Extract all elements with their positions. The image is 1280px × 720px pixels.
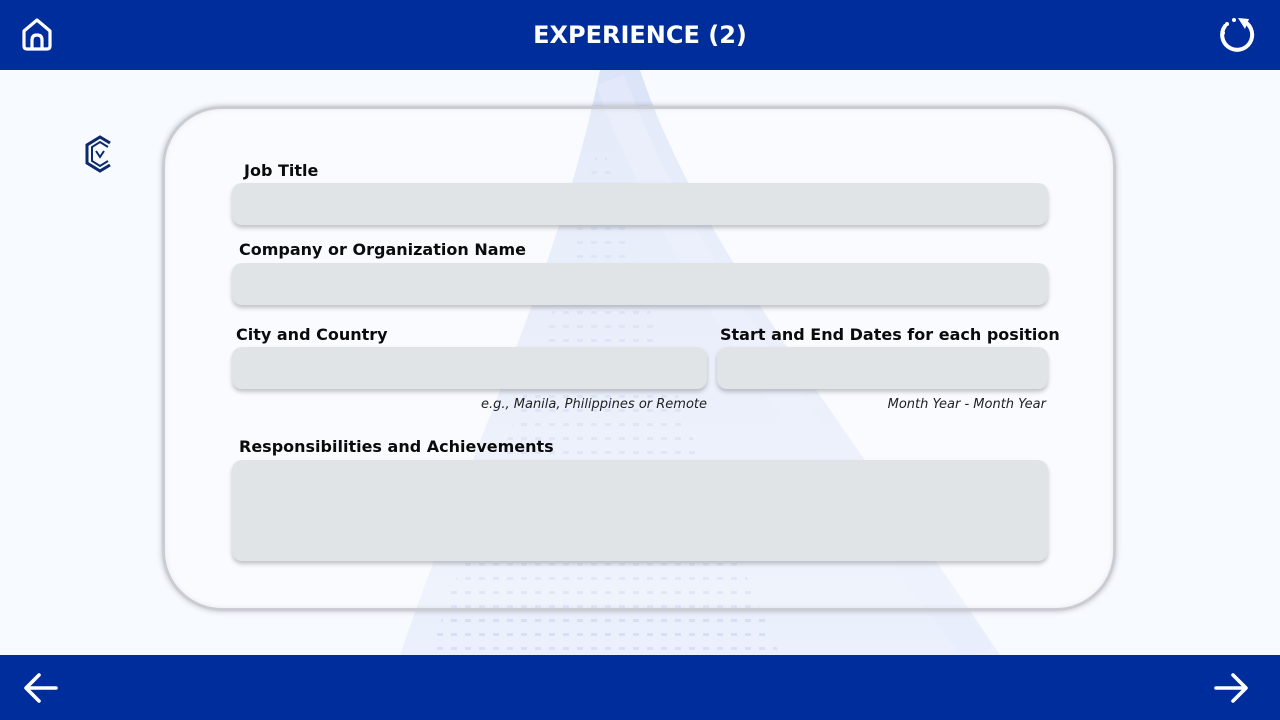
brand-logo — [82, 134, 118, 174]
company-label: Company or Organization Name — [239, 240, 527, 259]
city-label: City and Country — [236, 325, 388, 344]
responsibilities-textarea[interactable] — [232, 460, 1048, 561]
job-title-label: Job Title — [244, 161, 319, 180]
city-input[interactable] — [232, 347, 707, 389]
company-input[interactable] — [232, 263, 1048, 305]
footer-bar — [0, 655, 1280, 720]
dates-input[interactable] — [717, 347, 1048, 389]
arrow-right-icon[interactable] — [1212, 670, 1250, 706]
dates-label: Start and End Dates for each position — [720, 325, 1060, 344]
page-title: EXPERIENCE (2) — [533, 21, 747, 49]
city-hint: e.g., Manila, Philippines or Remote — [480, 397, 707, 412]
job-title-input[interactable] — [232, 183, 1048, 225]
responsibilities-label: Responsibilities and Achievements — [239, 437, 554, 456]
arrow-left-icon[interactable] — [22, 670, 60, 706]
home-icon[interactable] — [18, 15, 56, 53]
dates-hint: Month Year - Month Year — [887, 397, 1046, 412]
reload-icon[interactable] — [1216, 14, 1258, 56]
